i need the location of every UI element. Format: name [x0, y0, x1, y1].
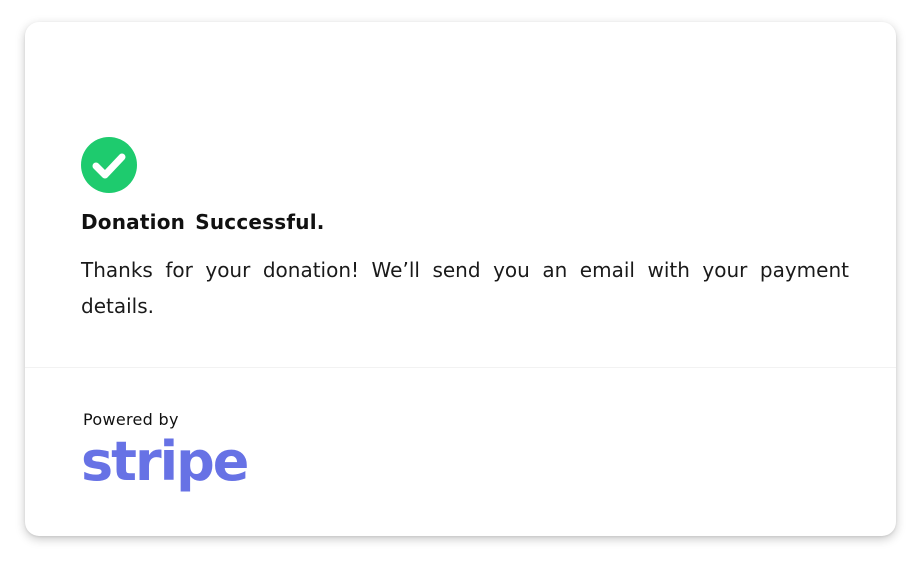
success-message: Thanks for your donation! We’ll send you…	[81, 258, 849, 318]
section-divider	[25, 367, 896, 368]
check-circle-icon	[81, 137, 137, 193]
powered-by-label: Powered by	[83, 410, 179, 429]
donation-success-card: Donation Successful. Thanks for your don…	[25, 22, 896, 536]
success-title: Donation Successful.	[81, 210, 325, 234]
stripe-logo[interactable]: stripe	[81, 432, 249, 492]
